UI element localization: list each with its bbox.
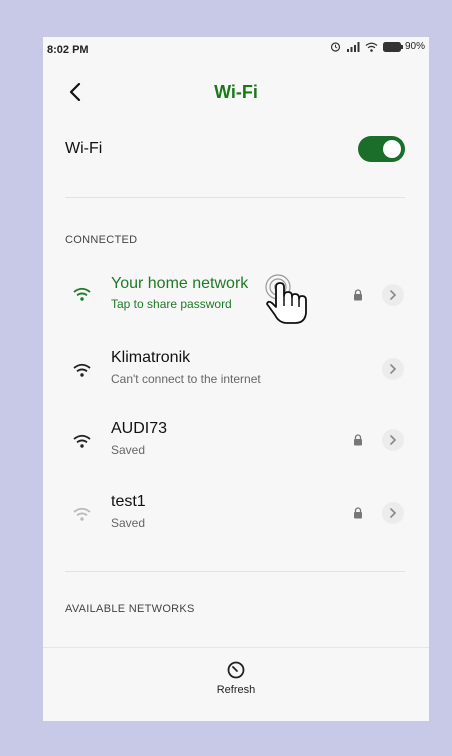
lock-icon [354,289,362,301]
divider [65,197,405,198]
network-name: AUDI73 [111,420,168,437]
phone-screen: 8:02 PM 90% Wi-Fi Wi-Fi CONNECTED Your h… [43,37,429,721]
lock-icon [354,434,362,446]
network-name: Klimatronik [111,349,191,366]
page-title: Wi-Fi [214,82,258,102]
network-row-klimatronik[interactable]: Klimatronik Can't connect to the interne… [43,339,429,399]
network-row-your-home-network[interactable]: Your home network Tap to share password [43,265,429,325]
network-status: Saved [111,516,146,530]
chevron-right-icon [390,364,397,374]
status-icons: 90% [330,41,425,52]
network-details-button[interactable] [382,358,404,380]
network-status: Can't connect to the internet [111,372,261,386]
tap-hand-icon [265,274,307,324]
network-name: Your home network [111,275,249,292]
network-details-button[interactable] [382,284,404,306]
chevron-right-icon [390,435,397,445]
chevron-right-icon [390,290,397,300]
network-status: Tap to share password [111,297,232,311]
battery-icon [382,41,403,52]
wifi-icon [365,42,378,52]
status-time: 8:02 PM [47,44,89,56]
network-status: Saved [111,443,146,457]
network-name: test1 [111,493,146,510]
lock-icon [354,507,362,519]
network-details-button[interactable] [382,502,404,524]
signal-icon [346,41,360,52]
wifi-toggle-row[interactable]: Wi-Fi [65,132,405,166]
network-details-button[interactable] [382,429,404,451]
wifi-toggle-switch[interactable] [358,136,405,162]
battery-indicator: 90% [382,41,425,52]
header: Wi-Fi [43,77,429,107]
wifi-signal-icon [73,363,91,377]
status-bar: 8:02 PM 90% [43,37,429,61]
chevron-right-icon [390,508,397,518]
section-label-connected: CONNECTED [65,234,138,246]
refresh-button[interactable]: Refresh [206,660,266,708]
network-row-test1[interactable]: test1 Saved [43,483,429,543]
refresh-icon [227,661,245,679]
divider [65,571,405,572]
battery-percent: 90% [404,41,425,52]
refresh-label: Refresh [216,684,256,696]
wifi-weak-signal-icon [73,507,91,521]
wifi-toggle-label: Wi-Fi [65,140,103,157]
toggle-knob [383,140,401,158]
wifi-signal-icon [73,434,91,448]
wifi-signal-icon [73,287,91,301]
bottom-bar: Refresh [43,647,429,721]
alarm-icon [330,42,341,52]
section-label-available: AVAILABLE NETWORKS [65,603,195,615]
network-row-audi73[interactable]: AUDI73 Saved [43,410,429,470]
